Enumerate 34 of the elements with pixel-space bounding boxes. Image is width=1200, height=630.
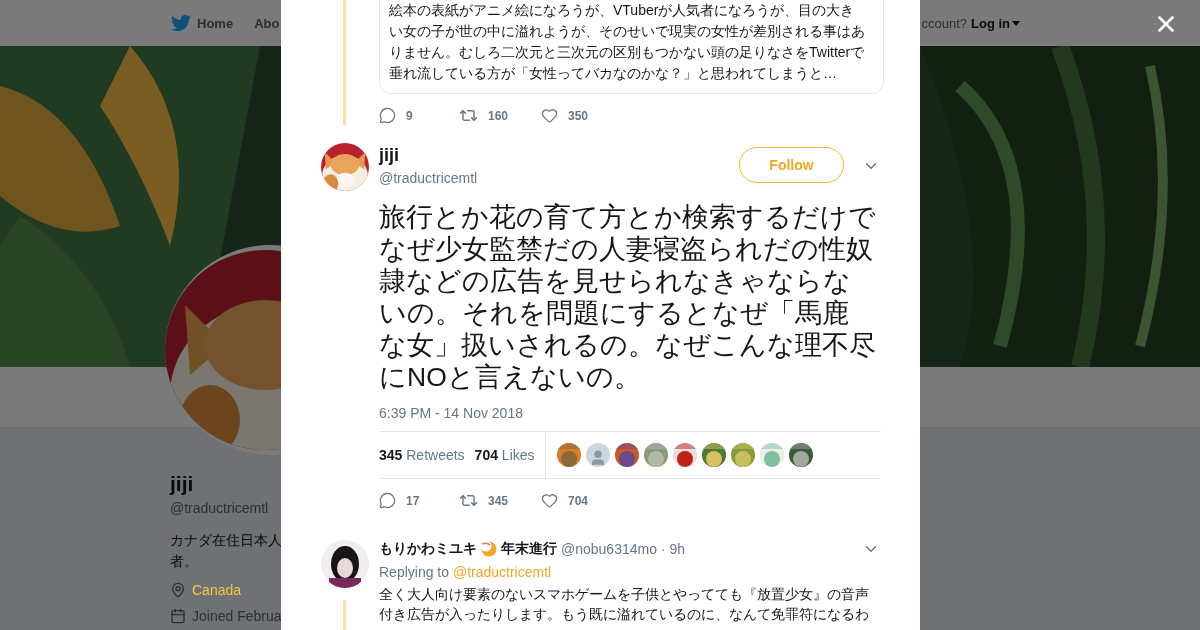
quoted-tweet-text: 絵本の表紙がアニメ絵になろうが、VTuberが人気者になろうが、目の大き [389, 1, 856, 20]
tweet-timestamp: 6:39 PM - 14 Nov 2018 [379, 405, 524, 421]
profile-handle: @traductricemtl [170, 500, 269, 516]
user-avatar[interactable] [321, 540, 369, 588]
like-button[interactable]: 704 [541, 491, 611, 510]
reply-button[interactable]: 17 [379, 491, 459, 510]
post-time: · 9h [660, 541, 686, 557]
likes-link[interactable]: 704 Likes [474, 447, 535, 463]
thread-line [343, 600, 346, 630]
nav-link[interactable]: Home [171, 13, 234, 33]
caret-icon [1012, 20, 1020, 26]
replying-to-text: Replying to @traductricemtl [379, 564, 552, 580]
pin-icon [170, 582, 186, 598]
retweet-button[interactable]: 345 [459, 491, 541, 510]
reply-text: 全く大人向け要素のないスマホゲームを子供とやってても『放置少女』の音声 [379, 585, 869, 604]
default-avatar[interactable] [585, 443, 610, 467]
user-name-suffix: 年末進行 [501, 540, 557, 558]
moon-icon [481, 541, 497, 557]
nav-link[interactable]: Abo [254, 15, 280, 31]
quoted-tweet-text: い女の子が世の中に溢れようが、そのせいで現実の女性が差別される事はあ [389, 22, 866, 41]
profile-name: jiji [170, 472, 194, 496]
joined-date: Joined Februa [192, 608, 282, 624]
user-name: もりかわミユキ [379, 540, 477, 558]
login-link[interactable]: Log in [971, 15, 1020, 31]
reply-icon [379, 492, 396, 509]
account-prompt: ccount? [921, 15, 967, 31]
calendar-icon [170, 608, 186, 624]
bird-icon [171, 13, 191, 33]
user-handle: @nobu6314mo [561, 541, 657, 557]
profile-bio: カナダ在住日本人 者。 [170, 531, 281, 571]
retweets-link[interactable]: 345 Retweets [379, 447, 465, 463]
reply-text: 付き広告が入ったりします。もう既に溢れているのに、なんて免罪符になるわ [379, 605, 869, 624]
heart-icon [541, 492, 558, 509]
location-link[interactable]: Canada [192, 582, 242, 598]
